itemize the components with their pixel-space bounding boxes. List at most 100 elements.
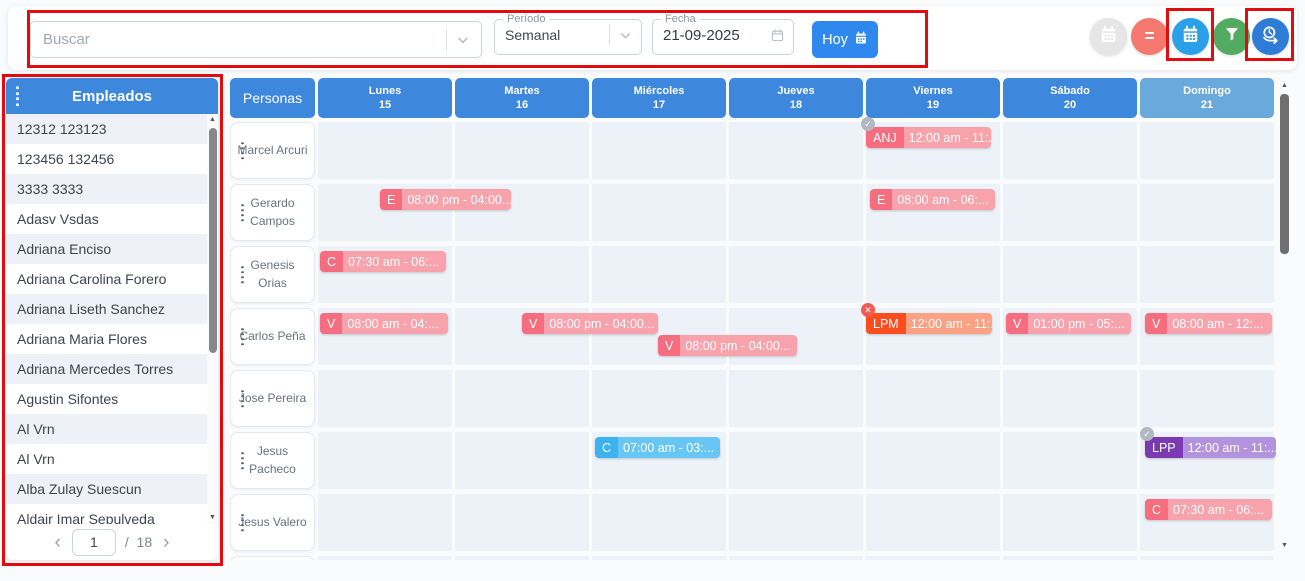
schedule-cell[interactable] bbox=[1003, 184, 1137, 241]
schedule-cell[interactable] bbox=[729, 494, 863, 551]
person-card[interactable] bbox=[230, 556, 315, 560]
schedule-cell[interactable] bbox=[592, 370, 726, 427]
chevron-down-icon[interactable] bbox=[618, 28, 633, 43]
prev-page-icon[interactable]: ‹ bbox=[53, 533, 63, 552]
filter-button[interactable] bbox=[1213, 18, 1250, 55]
schedule-cell[interactable] bbox=[1140, 184, 1274, 241]
schedule-cell[interactable] bbox=[1140, 556, 1274, 560]
schedule-cell[interactable] bbox=[729, 184, 863, 241]
schedule-cell[interactable] bbox=[1003, 494, 1137, 551]
schedule-cell[interactable] bbox=[729, 556, 863, 560]
schedule-cell[interactable] bbox=[866, 370, 1000, 427]
employee-list-scrollbar[interactable]: ▲ ▼ bbox=[207, 114, 218, 524]
shift-chip[interactable]: C07:30 am - 06:... bbox=[1145, 499, 1272, 520]
schedule-cell[interactable] bbox=[1140, 370, 1274, 427]
today-button[interactable]: Hoy bbox=[812, 21, 878, 58]
schedule-cell[interactable] bbox=[729, 370, 863, 427]
drag-handle-icon[interactable] bbox=[241, 204, 244, 222]
list-item[interactable]: Adriana Carolina Forero bbox=[6, 264, 218, 294]
schedule-cell[interactable] bbox=[455, 494, 589, 551]
schedule-cell[interactable] bbox=[1140, 122, 1274, 179]
drag-handle-icon[interactable] bbox=[241, 142, 244, 160]
clock-history-button[interactable] bbox=[1252, 18, 1289, 55]
drag-handle-icon[interactable] bbox=[16, 86, 19, 106]
drag-handle-icon[interactable] bbox=[241, 452, 244, 470]
shift-chip[interactable]: V08:00 am - 12:... bbox=[1145, 313, 1272, 334]
drag-handle-icon[interactable] bbox=[241, 266, 244, 284]
schedule-cell[interactable] bbox=[1003, 556, 1137, 560]
list-item[interactable]: Adriana Liseth Sanchez bbox=[6, 294, 218, 324]
shift-chip[interactable]: V08:00 pm - 04:00... bbox=[658, 335, 797, 356]
schedule-cell[interactable] bbox=[455, 432, 589, 489]
schedule-cell[interactable] bbox=[318, 122, 452, 179]
shift-chip[interactable]: V01:00 pm - 05:... bbox=[1006, 313, 1131, 334]
person-card[interactable]: Jesus Pacheco bbox=[230, 432, 315, 489]
schedule-cell[interactable] bbox=[455, 122, 589, 179]
schedule-cell[interactable] bbox=[729, 122, 863, 179]
person-card[interactable]: Jesus Valero bbox=[230, 494, 315, 551]
period-select[interactable]: Período Semanal bbox=[494, 13, 642, 55]
scroll-up-icon[interactable]: ▲ bbox=[209, 114, 216, 126]
shift-chip[interactable]: E08:00 pm - 04:00... bbox=[380, 189, 511, 210]
schedule-cell[interactable] bbox=[318, 494, 452, 551]
schedule-cell[interactable] bbox=[1003, 370, 1137, 427]
schedule-cell[interactable] bbox=[729, 246, 863, 303]
list-item[interactable]: Aldair Imar Sepulveda bbox=[6, 504, 218, 524]
schedule-cell[interactable] bbox=[318, 432, 452, 489]
next-page-icon[interactable]: › bbox=[161, 533, 171, 552]
menu-equals-button[interactable]: = bbox=[1131, 18, 1168, 55]
schedule-cell[interactable] bbox=[1003, 246, 1137, 303]
shift-chip[interactable]: LPM12:00 am - 11:...✕ bbox=[866, 313, 992, 334]
drag-handle-icon[interactable] bbox=[241, 514, 244, 532]
scrollbar-thumb[interactable] bbox=[209, 128, 217, 353]
schedule-cell[interactable] bbox=[866, 494, 1000, 551]
list-item[interactable]: 12312 123123 bbox=[6, 114, 218, 144]
schedule-cell[interactable] bbox=[592, 246, 726, 303]
schedule-cell[interactable] bbox=[592, 184, 726, 241]
person-card[interactable]: Gerardo Campos bbox=[230, 184, 315, 241]
date-input[interactable]: Fecha 21-09-2025 bbox=[652, 13, 794, 55]
person-card[interactable]: Genesis Orias bbox=[230, 246, 315, 303]
calendar-button[interactable] bbox=[1172, 18, 1209, 55]
list-item[interactable]: Al Vrn bbox=[6, 444, 218, 474]
shift-chip[interactable]: C07:30 am - 06:... bbox=[320, 251, 446, 272]
schedule-cell[interactable] bbox=[866, 432, 1000, 489]
schedule-cell[interactable] bbox=[455, 370, 589, 427]
drag-handle-icon[interactable] bbox=[241, 390, 244, 408]
shift-chip[interactable]: V08:00 am - 04:... bbox=[320, 313, 448, 334]
scroll-down-icon[interactable]: ▼ bbox=[209, 512, 216, 524]
person-card[interactable]: Jose Pereira bbox=[230, 370, 315, 427]
list-item[interactable]: Adriana Maria Flores bbox=[6, 324, 218, 354]
list-item[interactable]: 3333 3333 bbox=[6, 174, 218, 204]
person-card[interactable]: Marcel Arcuri bbox=[230, 122, 315, 179]
schedule-cell[interactable] bbox=[455, 246, 589, 303]
grid-scrollbar[interactable]: ▲ ▼ bbox=[1279, 80, 1290, 552]
list-item[interactable]: Adriana Mercedes Torres bbox=[6, 354, 218, 384]
person-card[interactable]: Carlos Peña bbox=[230, 308, 315, 365]
shift-chip[interactable]: LPP12:00 am - 11:...✓ bbox=[1145, 437, 1276, 458]
schedule-cell[interactable] bbox=[318, 370, 452, 427]
shift-chip[interactable]: E08:00 am - 06:... bbox=[870, 189, 995, 210]
calendar-outline-icon[interactable] bbox=[770, 28, 785, 43]
schedule-cell[interactable] bbox=[318, 556, 452, 560]
list-item[interactable]: Adriana Enciso bbox=[6, 234, 218, 264]
shift-chip[interactable]: C07:00 am - 03:... bbox=[595, 437, 720, 458]
chevron-down-icon[interactable] bbox=[455, 32, 471, 48]
schedule-cell[interactable] bbox=[866, 246, 1000, 303]
schedule-cell[interactable] bbox=[1140, 246, 1274, 303]
schedule-cell[interactable] bbox=[592, 494, 726, 551]
drag-handle-icon[interactable] bbox=[241, 328, 244, 346]
scroll-up-icon[interactable]: ▲ bbox=[1281, 80, 1288, 92]
schedule-cell[interactable] bbox=[1003, 432, 1137, 489]
list-item[interactable]: Adasv Vsdas bbox=[6, 204, 218, 234]
scrollbar-thumb[interactable] bbox=[1280, 94, 1289, 254]
schedule-cell[interactable] bbox=[455, 556, 589, 560]
schedule-cell[interactable] bbox=[1003, 122, 1137, 179]
shift-chip[interactable]: V08:00 pm - 04:00... bbox=[522, 313, 658, 334]
scroll-down-icon[interactable]: ▼ bbox=[1281, 540, 1288, 552]
schedule-cell[interactable] bbox=[729, 432, 863, 489]
page-number-input[interactable] bbox=[72, 529, 116, 556]
list-item[interactable]: Agustin Sifontes bbox=[6, 384, 218, 414]
list-item[interactable]: Al Vrn bbox=[6, 414, 218, 444]
search-input[interactable]: Buscar bbox=[30, 21, 482, 58]
